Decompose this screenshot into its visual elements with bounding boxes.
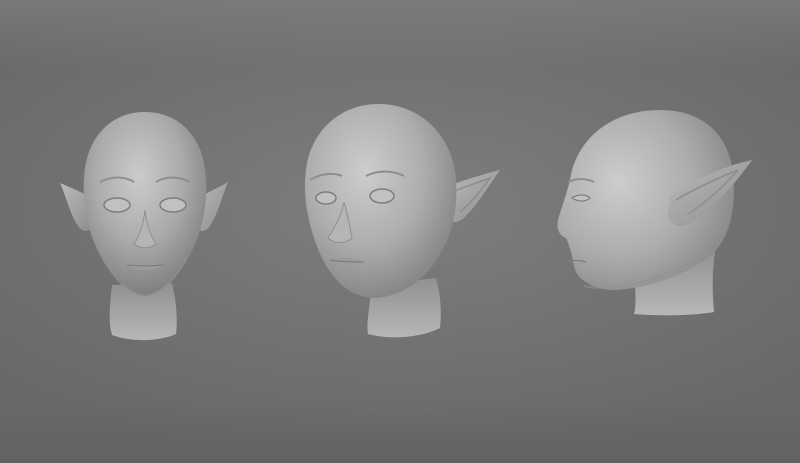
sculpt-render bbox=[60, 104, 752, 341]
3d-viewport[interactable] bbox=[0, 0, 800, 463]
eye-right bbox=[159, 197, 187, 213]
head-front-view bbox=[60, 112, 228, 341]
eye bbox=[570, 194, 591, 202]
head-three-quarter-view bbox=[304, 104, 500, 338]
head-profile-view bbox=[557, 110, 752, 316]
eye-right bbox=[369, 188, 395, 204]
eye-left bbox=[315, 191, 337, 205]
eye-left bbox=[103, 197, 131, 213]
